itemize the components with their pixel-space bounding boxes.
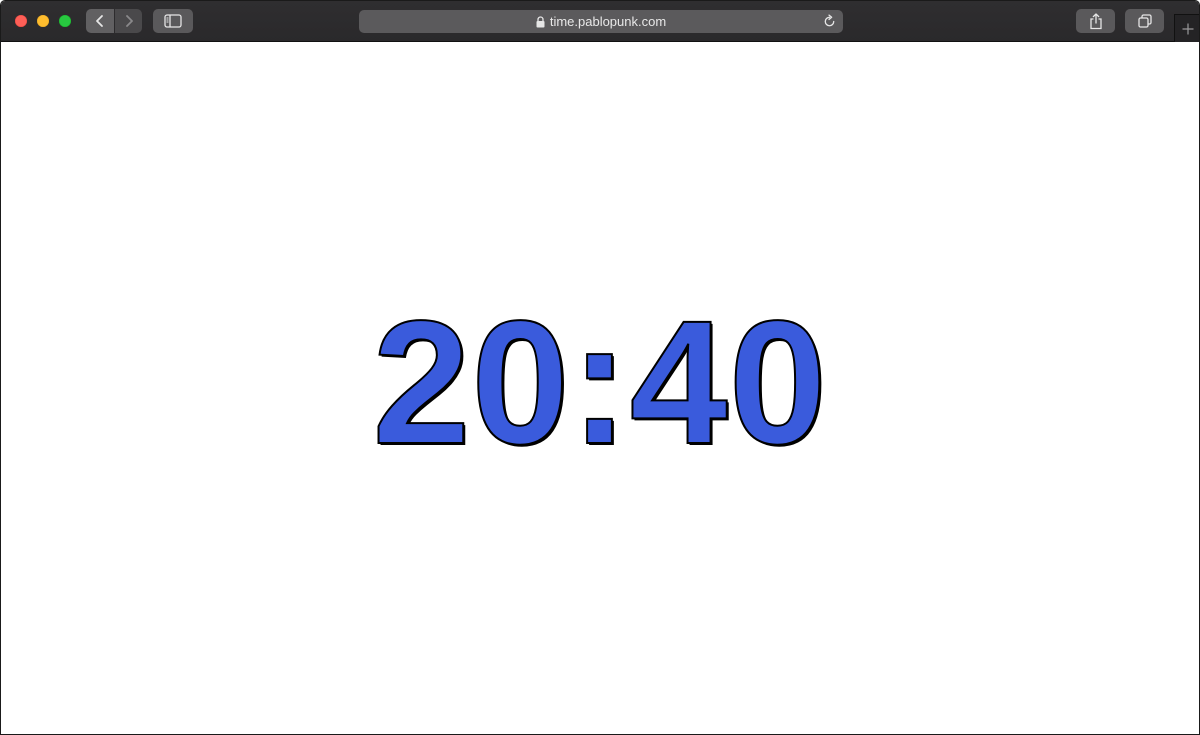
forward-button[interactable] [115, 9, 142, 33]
lock-icon [536, 15, 545, 27]
address-bar[interactable]: time.pablopunk.com [359, 10, 843, 33]
zoom-window-button[interactable] [59, 15, 71, 27]
chevron-left-icon [96, 15, 103, 27]
plus-icon [1182, 23, 1194, 34]
reload-icon[interactable] [822, 14, 837, 29]
close-window-button[interactable] [15, 15, 27, 27]
share-button[interactable] [1076, 9, 1115, 33]
share-icon [1089, 12, 1102, 29]
tabs-overview-icon [1137, 14, 1152, 28]
page-content: 20:40 [1, 42, 1199, 734]
sidebar-toggle-button[interactable] [153, 9, 193, 33]
minimize-window-button[interactable] [37, 15, 49, 27]
address-bar-content: time.pablopunk.com [536, 14, 666, 29]
url-text: time.pablopunk.com [549, 14, 667, 29]
chevron-right-icon [125, 15, 133, 27]
browser-toolbar: time.pablopunk.com [1, 1, 1199, 42]
time-display: 20:40 [371, 285, 828, 481]
new-tab-button[interactable] [1174, 14, 1199, 42]
browser-window: time.pablopunk.com 20:40 [0, 0, 1200, 735]
back-button[interactable] [86, 9, 114, 33]
sidebar-icon [164, 14, 182, 28]
tab-overview-button[interactable] [1125, 9, 1164, 33]
